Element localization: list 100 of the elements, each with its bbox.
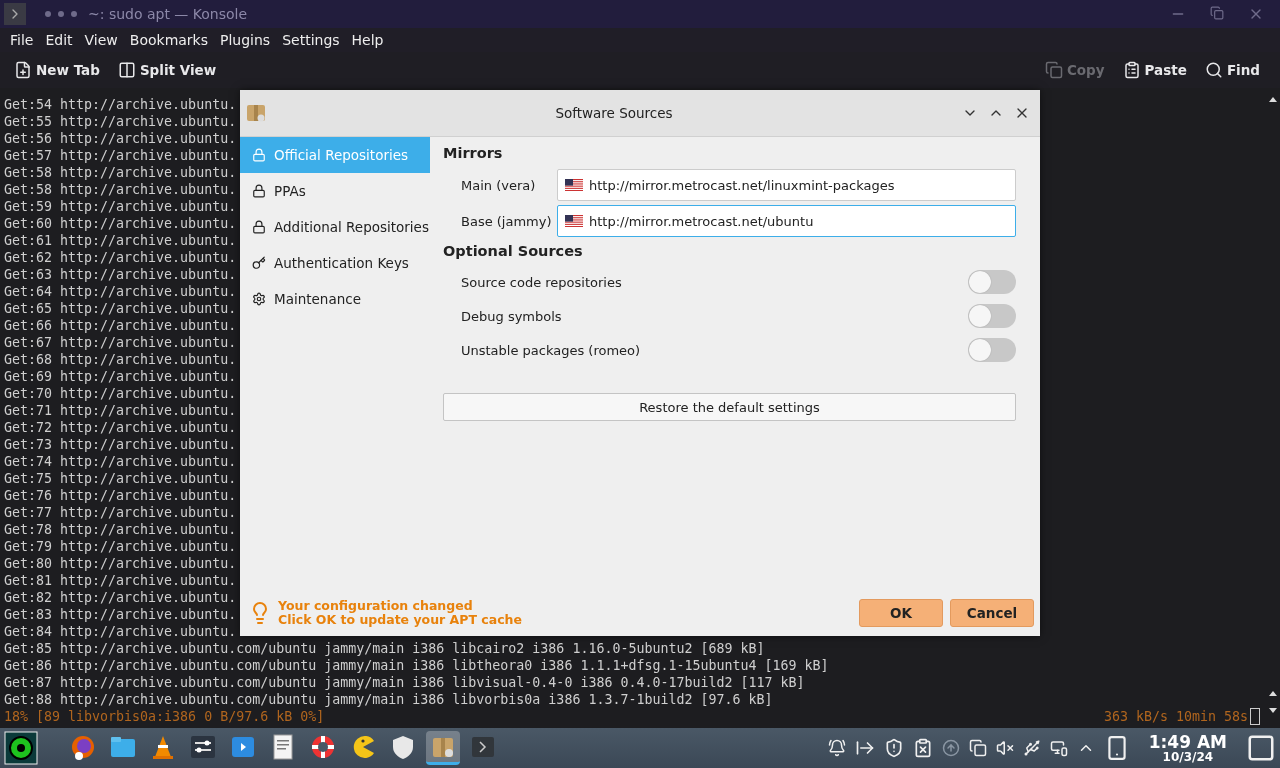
system-menu-icon[interactable]: [4, 731, 38, 765]
show-desktop-icon[interactable]: [1246, 733, 1276, 763]
copy-icon: [1044, 61, 1063, 79]
terminal-line: Get:88 http://archive.ubuntu.com/ubuntu jammy/main i386 libvorbis0a i386 1.3.7-1build2 [97.6 kB]: [4, 692, 773, 707]
toolbar-button[interactable]: Find: [1198, 57, 1266, 83]
package-icon: [246, 103, 266, 123]
terminal-line: Get:58 http://archive.ubuntu.: [4, 165, 237, 180]
settings-icon: [252, 292, 266, 306]
split-view-icon: [117, 61, 136, 79]
terminal-line: Get:62 http://archive.ubuntu.: [4, 250, 237, 265]
menu-item[interactable]: View: [78, 32, 124, 48]
terminal-line: Get:66 http://archive.ubuntu.: [4, 318, 237, 333]
dialog-button[interactable]: Cancel: [950, 599, 1034, 627]
menu-item[interactable]: Edit: [39, 32, 79, 48]
terminal-line: Get:73 http://archive.ubuntu.: [4, 437, 237, 452]
terminal-line: Get:75 http://archive.ubuntu.: [4, 471, 237, 486]
toggle-label: Debug symbols: [461, 308, 562, 324]
menu-item[interactable]: Settings: [276, 32, 346, 48]
flag-icon: [565, 215, 583, 227]
toggle-label: Source code repositories: [461, 274, 622, 290]
terminal-line: Get:85 http://archive.ubuntu.com/ubuntu jammy/main i386 libcairo2 i386 1.16.0-5ubuntu2 [689 kB]: [4, 641, 765, 656]
sidebar-item[interactable]: Authentication Keys: [240, 245, 430, 281]
section-heading: Mirrors: [443, 145, 503, 161]
toggle-switch[interactable]: [968, 304, 1016, 328]
sidebar-item[interactable]: PPAs: [240, 173, 430, 209]
menu-item[interactable]: File: [4, 32, 40, 48]
terminal-line: Get:58 http://archive.ubuntu.: [4, 182, 237, 197]
terminal-line: Get:77 http://archive.ubuntu.: [4, 505, 237, 520]
window-title: ~: sudo apt — Konsole: [88, 6, 248, 22]
terminal-line: Get:59 http://archive.ubuntu.: [4, 199, 237, 214]
field-label: Main (vera): [460, 177, 537, 193]
lock-icon: [252, 148, 266, 162]
progress-text: 18% [89 libvorbis0a:i386 0 B/97.6 kB 0%]: [4, 708, 325, 725]
terminal-line: Get:70 http://archive.ubuntu.: [4, 386, 237, 401]
paste-icon: [1122, 61, 1141, 79]
toolbar-button[interactable]: New Tab: [8, 57, 106, 83]
terminal-line: Get:60 http://archive.ubuntu.: [4, 216, 237, 231]
terminal-line: Get:56 http://archive.ubuntu.: [4, 131, 237, 146]
terminal-line: Get:78 http://archive.ubuntu.: [4, 522, 237, 537]
flag-icon: [565, 179, 583, 191]
terminal-line: Get:67 http://archive.ubuntu.: [4, 335, 237, 350]
terminal-line: Get:80 http://archive.ubuntu.: [4, 556, 237, 571]
new-tab-icon: [14, 61, 32, 79]
terminal-line: Get:86 http://archive.ubuntu.com/ubuntu jammy/main i386 libtheora0 i386 1.1.1+dfsg.1-15ubuntu4 [169 kB]: [4, 658, 829, 673]
terminal-line: Get:63 http://archive.ubuntu.: [4, 267, 237, 282]
terminal-line: Get:64 http://archive.ubuntu.: [4, 284, 237, 299]
menu-item[interactable]: Help: [345, 32, 390, 48]
terminal-icon: [4, 3, 26, 25]
mirror-field[interactable]: http://mirror.metrocast.net/linuxmint-packages: [557, 169, 1016, 201]
sidebar-item[interactable]: Maintenance: [240, 281, 430, 317]
terminal-line: Get:69 http://archive.ubuntu.: [4, 369, 237, 384]
terminal-line: Get:84 http://archive.ubuntu.: [4, 624, 237, 639]
usb-icon[interactable]: [1022, 739, 1041, 757]
terminal-line: Get:72 http://archive.ubuntu.: [4, 420, 237, 435]
dots-icon: [44, 10, 78, 18]
toggle-label: Unstable packages (romeo): [461, 342, 641, 358]
sidebar-item[interactable]: Additional Repositories: [240, 209, 430, 245]
terminal-line: Get:74 http://archive.ubuntu.: [4, 454, 237, 469]
menu-item[interactable]: Plugins: [214, 32, 277, 48]
terminal-line: Get:71 http://archive.ubuntu.: [4, 403, 237, 418]
search-icon: [1204, 61, 1223, 79]
clipboard-icon[interactable]: [968, 739, 987, 757]
rate-text: 363 kB/s 10min 58s: [1103, 708, 1248, 725]
terminal-line: Get:54 http://archive.ubuntu.: [4, 97, 237, 112]
terminal-line: Get:82 http://archive.ubuntu.: [4, 590, 237, 605]
toggle-switch[interactable]: [968, 338, 1016, 362]
terminal-line: Get:57 http://archive.ubuntu.: [4, 148, 237, 163]
lock-icon: [252, 220, 266, 234]
bell-icon[interactable]: [827, 739, 846, 757]
key-icon: [252, 256, 266, 270]
dialog-button[interactable]: OK: [859, 599, 943, 627]
restore-icon[interactable]: [1210, 6, 1224, 20]
terminal-line: Get:81 http://archive.ubuntu.: [4, 573, 237, 588]
terminal-line: Get:65 http://archive.ubuntu.: [4, 301, 237, 316]
notice-title: Your configuration changed: [278, 599, 474, 613]
clock-time: 1:49 AM: [1148, 733, 1227, 751]
notice-text: Click OK to update your APT cache: [278, 613, 522, 627]
toolbar-button[interactable]: Paste: [1116, 57, 1193, 83]
terminal-line: Get:55 http://archive.ubuntu.: [4, 114, 237, 129]
terminal-line: Get:79 http://archive.ubuntu.: [4, 539, 237, 554]
restore-button[interactable]: Restore the default settings: [443, 393, 1016, 421]
network-icon[interactable]: [1049, 739, 1068, 757]
clock-date: 10/3/24: [1162, 750, 1214, 763]
mirror-field[interactable]: http://mirror.metrocast.net/ubuntu: [557, 205, 1016, 237]
field-label: Base (jammy): [460, 213, 553, 229]
terminal-line: Get:87 http://archive.ubuntu.com/ubuntu jammy/main i386 libvisual-0.4-0 i386 0.4.0-17build2 [117 kB]: [4, 675, 805, 690]
mute-icon[interactable]: [995, 739, 1014, 757]
terminal-line: Get:68 http://archive.ubuntu.: [4, 352, 237, 367]
cursor: [1250, 708, 1260, 725]
dialog-title: Software Sources: [555, 105, 673, 121]
section-heading: Optional Sources: [443, 243, 583, 259]
update-icon[interactable]: [941, 739, 960, 757]
terminal-line: Get:76 http://archive.ubuntu.: [4, 488, 237, 503]
share-icon[interactable]: [854, 738, 875, 758]
lock-icon: [252, 184, 266, 198]
toggle-switch[interactable]: [968, 270, 1016, 294]
menu-item[interactable]: Bookmarks: [123, 32, 214, 48]
terminal-line: Get:61 http://archive.ubuntu.: [4, 233, 237, 248]
terminal-line: Get:83 http://archive.ubuntu.: [4, 607, 237, 622]
toolbar-button[interactable]: Split View: [111, 57, 223, 83]
